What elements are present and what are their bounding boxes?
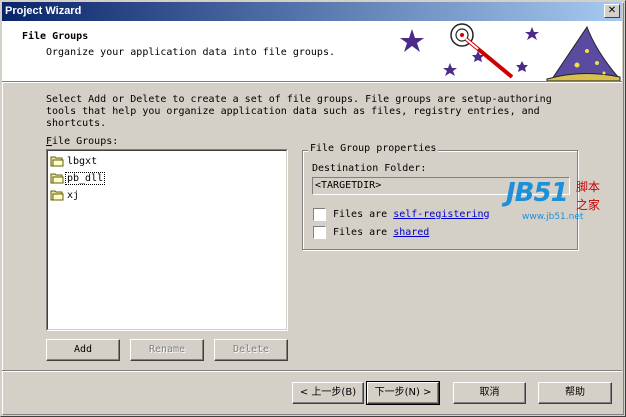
shared-link[interactable]: shared xyxy=(393,227,429,238)
close-icon: ✕ xyxy=(607,5,617,16)
destination-folder-label: Destination Folder: xyxy=(312,163,427,174)
folder-icon xyxy=(50,190,64,201)
list-item[interactable]: pb_dll xyxy=(50,170,106,186)
watermark-cn-top: 脚本 xyxy=(576,180,601,194)
watermark-brand: JB51 xyxy=(506,178,569,208)
next-button[interactable]: 下一步(N) > xyxy=(366,381,440,405)
header-divider xyxy=(2,82,622,83)
self-registering-checkbox[interactable] xyxy=(313,207,326,221)
delete-button[interactable]: Delete xyxy=(214,339,288,361)
shared-checkbox[interactable] xyxy=(313,225,326,239)
back-button[interactable]: < 上一步(B) xyxy=(292,382,364,404)
file-groups-label: File Groups: xyxy=(46,136,119,147)
shared-row: Files are shared xyxy=(313,225,429,239)
file-group-properties-title: File Group properties xyxy=(308,143,439,154)
list-item[interactable]: xj xyxy=(50,187,80,203)
add-button[interactable]: Add xyxy=(46,339,120,361)
self-registering-link[interactable]: self-registering xyxy=(393,209,489,220)
star-icon xyxy=(400,29,424,52)
magic-wand-icon xyxy=(450,23,514,79)
wizard-art-icon xyxy=(400,23,621,81)
list-item-label: lbgxt xyxy=(67,155,98,167)
list-item[interactable]: lbgxt xyxy=(50,153,98,169)
rename-button[interactable]: Rename xyxy=(130,339,204,361)
help-button[interactable]: 帮助 xyxy=(538,382,612,404)
file-groups-label-rest: ile Groups: xyxy=(52,136,119,147)
window-title: Project Wizard xyxy=(5,5,82,17)
wizard-header: File Groups Organize your application da… xyxy=(2,21,622,82)
list-item-label: pb_dll xyxy=(64,171,106,185)
wizard-hat-icon xyxy=(546,25,621,81)
self-registering-row: Files are self-registering xyxy=(313,207,490,221)
page-title: File Groups xyxy=(22,31,89,42)
file-groups-list[interactable]: lbgxt pb_dll xj xyxy=(46,149,288,331)
self-registering-text: Files are xyxy=(333,208,388,220)
page-subtitle: Organize your application data into file… xyxy=(46,47,335,58)
close-button[interactable]: ✕ xyxy=(604,4,620,18)
watermark: JB51 脚本 之家 www.jb51.net xyxy=(500,176,610,226)
shared-text: Files are xyxy=(333,226,388,238)
footer-divider xyxy=(2,370,622,372)
cancel-button[interactable]: 取消 xyxy=(453,382,526,404)
list-item-label: xj xyxy=(67,189,80,201)
instructions-text: Select Add or Delete to create a set of … xyxy=(46,94,552,129)
folder-icon xyxy=(50,173,64,184)
watermark-cn-bottom: 之家 xyxy=(576,198,601,212)
watermark-url: www.jb51.net xyxy=(522,212,584,222)
folder-icon xyxy=(50,156,64,167)
title-bar[interactable]: Project Wizard ✕ xyxy=(2,2,622,21)
